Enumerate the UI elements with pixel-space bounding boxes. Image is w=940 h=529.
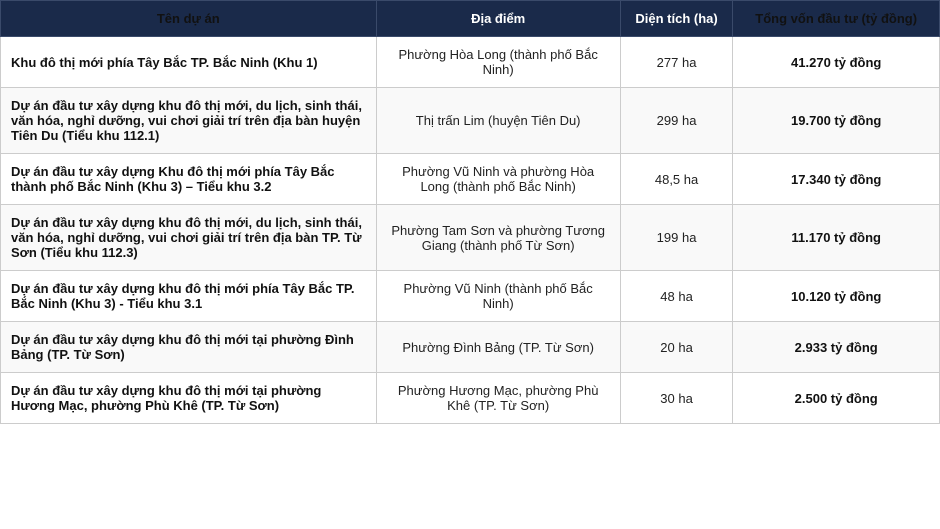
table-row: Khu đô thị mới phía Tây Bắc TP. Bắc Ninh… xyxy=(1,37,940,88)
cell-project-name: Khu đô thị mới phía Tây Bắc TP. Bắc Ninh… xyxy=(1,37,377,88)
table-row: Dự án đầu tư xây dựng khu đô thị mới tại… xyxy=(1,322,940,373)
cell-project-name: Dự án đầu tư xây dựng khu đô thị mới tại… xyxy=(1,373,377,424)
cell-area: 48,5 ha xyxy=(620,154,733,205)
header-capital: Tổng vốn đầu tư (tỷ đồng) xyxy=(733,1,940,37)
table-row: Dự án đầu tư xây dựng khu đô thị mới, du… xyxy=(1,88,940,154)
cell-project-name: Dự án đầu tư xây dựng khu đô thị mới phí… xyxy=(1,271,377,322)
header-name: Tên dự án xyxy=(1,1,377,37)
table-row: Dự án đầu tư xây dựng Khu đô thị mới phí… xyxy=(1,154,940,205)
cell-area: 30 ha xyxy=(620,373,733,424)
cell-capital: 2.933 tỷ đồng xyxy=(733,322,940,373)
cell-capital: 2.500 tỷ đồng xyxy=(733,373,940,424)
cell-project-name: Dự án đầu tư xây dựng Khu đô thị mới phí… xyxy=(1,154,377,205)
table-row: Dự án đầu tư xây dựng khu đô thị mới tại… xyxy=(1,373,940,424)
cell-area: 299 ha xyxy=(620,88,733,154)
cell-area: 277 ha xyxy=(620,37,733,88)
cell-area: 20 ha xyxy=(620,322,733,373)
cell-capital: 19.700 tỷ đồng xyxy=(733,88,940,154)
cell-capital: 11.170 tỷ đồng xyxy=(733,205,940,271)
cell-project-name: Dự án đầu tư xây dựng khu đô thị mới, du… xyxy=(1,205,377,271)
cell-location: Phường Tam Sơn và phường Tương Giang (th… xyxy=(376,205,620,271)
cell-location: Phường Vũ Ninh và phường Hòa Long (thành… xyxy=(376,154,620,205)
cell-area: 199 ha xyxy=(620,205,733,271)
table-row: Dự án đầu tư xây dựng khu đô thị mới phí… xyxy=(1,271,940,322)
cell-location: Thị trấn Lim (huyện Tiên Du) xyxy=(376,88,620,154)
investment-table: Tên dự án Địa điểm Diện tích (ha) Tổng v… xyxy=(0,0,940,424)
cell-location: Phường Vũ Ninh (thành phố Bắc Ninh) xyxy=(376,271,620,322)
cell-capital: 10.120 tỷ đồng xyxy=(733,271,940,322)
cell-project-name: Dự án đầu tư xây dựng khu đô thị mới tại… xyxy=(1,322,377,373)
table-row: Dự án đầu tư xây dựng khu đô thị mới, du… xyxy=(1,205,940,271)
cell-location: Phường Hòa Long (thành phố Bắc Ninh) xyxy=(376,37,620,88)
cell-capital: 17.340 tỷ đồng xyxy=(733,154,940,205)
header-area: Diện tích (ha) xyxy=(620,1,733,37)
header-location: Địa điểm xyxy=(376,1,620,37)
cell-capital: 41.270 tỷ đồng xyxy=(733,37,940,88)
cell-location: Phường Hương Mạc, phường Phù Khê (TP. Từ… xyxy=(376,373,620,424)
cell-project-name: Dự án đầu tư xây dựng khu đô thị mới, du… xyxy=(1,88,377,154)
cell-area: 48 ha xyxy=(620,271,733,322)
cell-location: Phường Đình Bảng (TP. Từ Sơn) xyxy=(376,322,620,373)
